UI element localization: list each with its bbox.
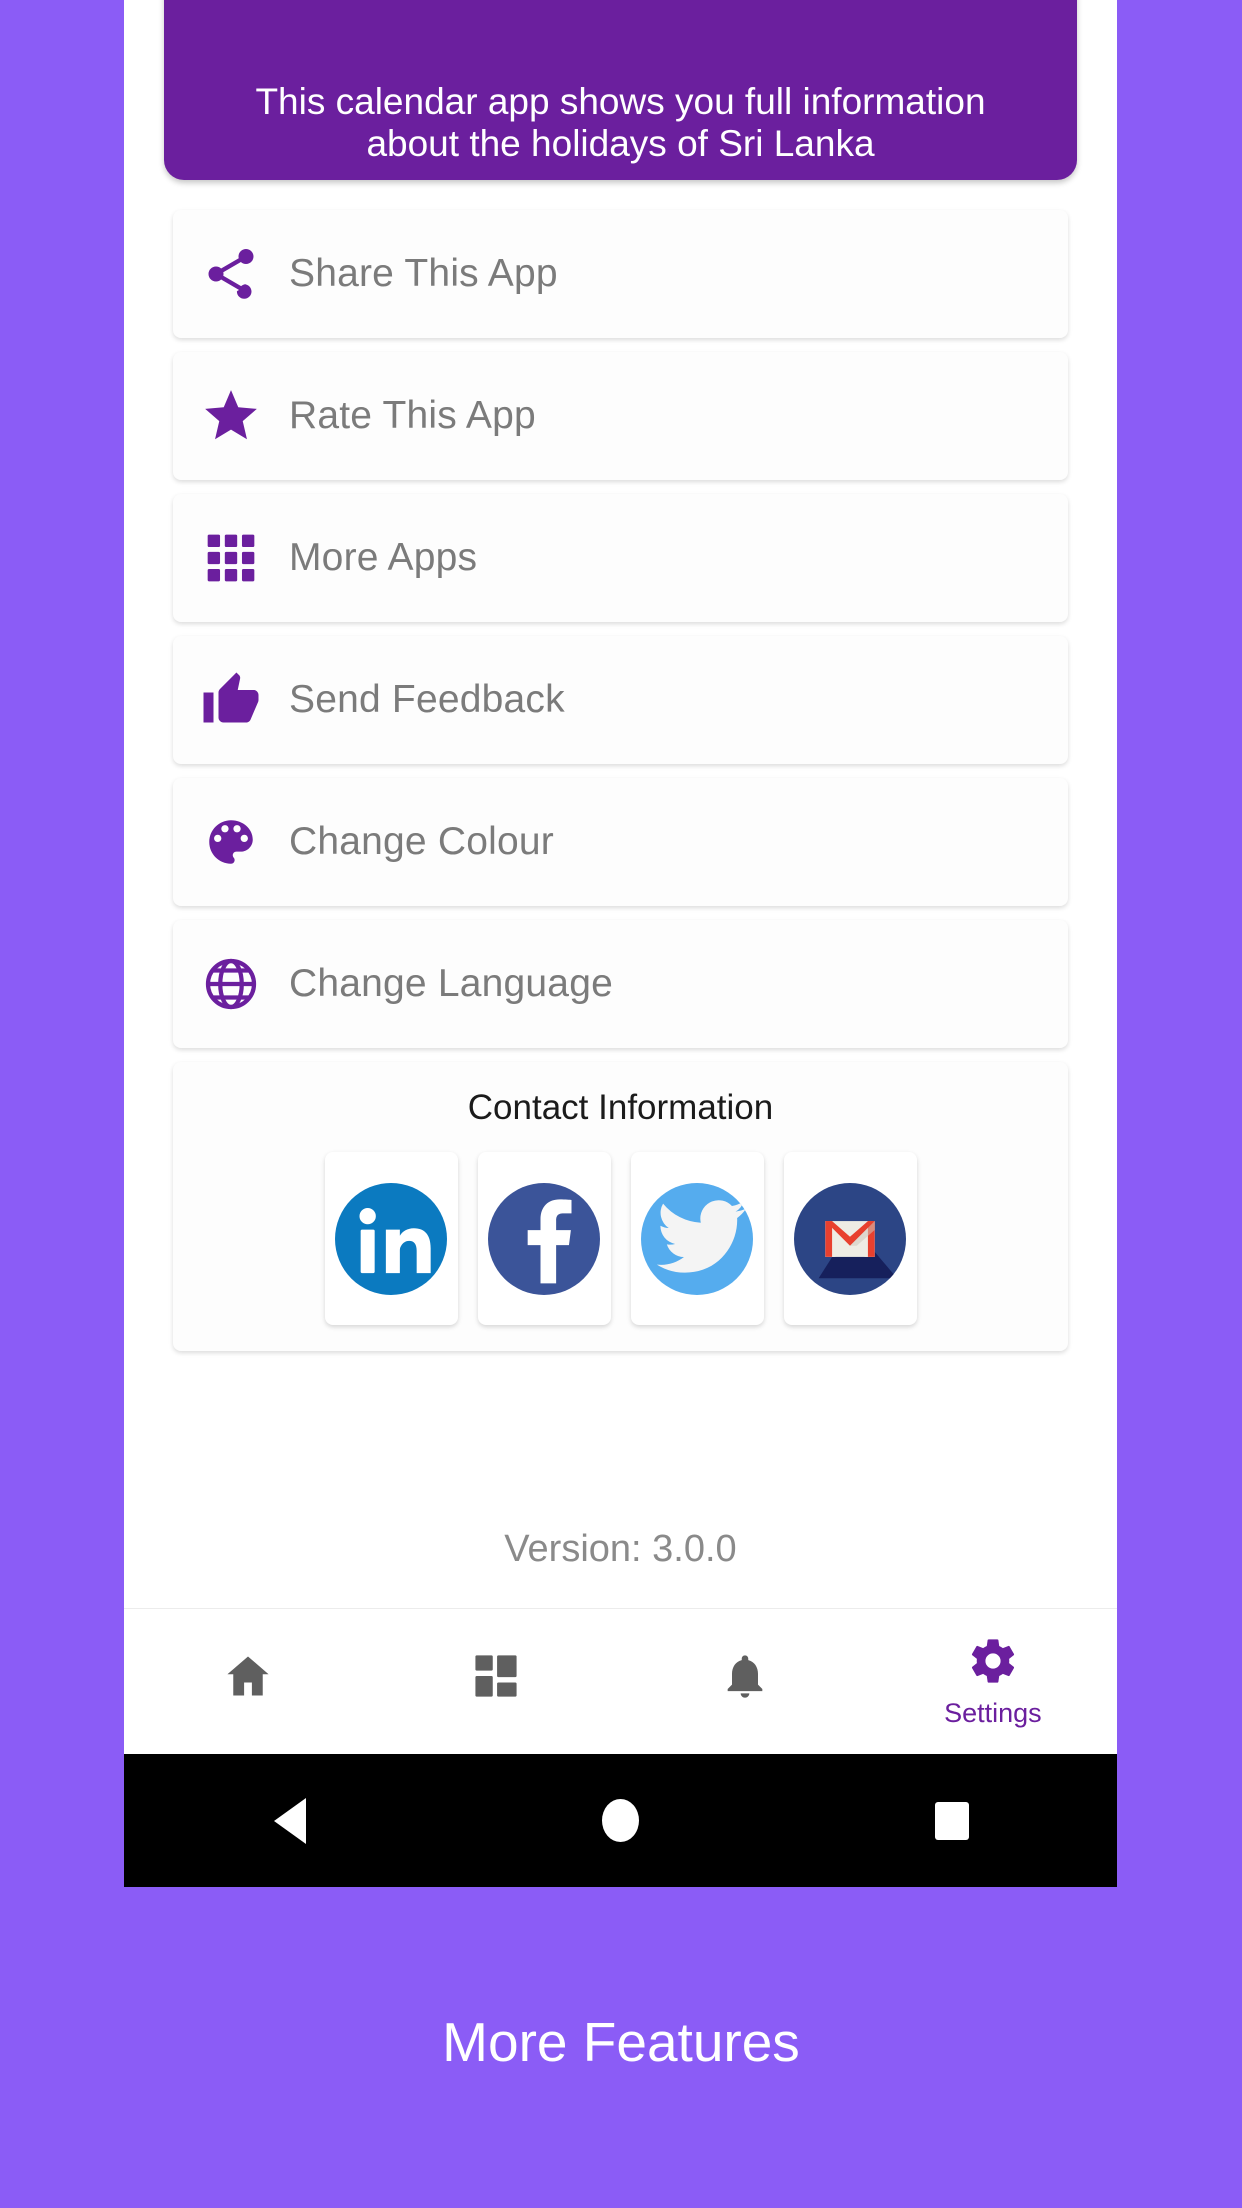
social-link-twitter[interactable] (630, 1152, 764, 1325)
settings-menu-list: Share This App Rate This App More Apps S… (124, 210, 1117, 1351)
nav-item-dashboard[interactable] (372, 1609, 620, 1754)
social-link-facebook[interactable] (477, 1152, 611, 1325)
social-links-row (173, 1152, 1068, 1325)
system-home-button[interactable] (455, 1799, 786, 1842)
twitter-icon (641, 1182, 753, 1295)
menu-item-change-language[interactable]: Change Language (173, 920, 1068, 1048)
menu-item-label: Rate This App (289, 394, 536, 437)
social-link-linkedin[interactable] (324, 1152, 458, 1325)
home-icon (222, 1650, 274, 1707)
menu-item-send-feedback[interactable]: Send Feedback (173, 636, 1068, 764)
nav-item-home[interactable] (124, 1609, 372, 1754)
menu-item-change-colour[interactable]: Change Colour (173, 778, 1068, 906)
screenshot-root: This calendar app shows you full informa… (0, 0, 1242, 2208)
menu-item-label: Change Colour (289, 820, 554, 863)
phone-screen: This calendar app shows you full informa… (124, 0, 1117, 1887)
menu-item-rate-this-app[interactable]: Rate This App (173, 352, 1068, 480)
dashboard-icon (470, 1650, 522, 1707)
star-icon (173, 385, 289, 447)
facebook-icon (488, 1182, 600, 1295)
android-system-navigation-bar (124, 1754, 1117, 1887)
contact-information-title: Contact Information (467, 1088, 774, 1127)
banner-text: This calendar app shows you full informa… (255, 80, 986, 165)
nav-item-settings[interactable]: Settings (869, 1609, 1117, 1754)
system-back-button[interactable] (124, 1797, 455, 1844)
recents-square-icon (934, 1801, 969, 1840)
nav-item-notifications[interactable] (621, 1609, 869, 1754)
menu-item-label: Send Feedback (289, 678, 565, 721)
menu-item-share-this-app[interactable]: Share This App (173, 210, 1068, 338)
share-icon (173, 244, 289, 304)
gear-icon (967, 1635, 1019, 1692)
contact-information-card: Contact Information (173, 1062, 1068, 1351)
system-recents-button[interactable] (786, 1801, 1117, 1840)
caption-more-features: More Features (442, 2011, 800, 2073)
nav-item-label: Settings (944, 1697, 1042, 1728)
version-text: Version: 3.0.0 (504, 1528, 737, 1570)
back-triangle-icon (273, 1797, 306, 1844)
menu-item-label: Change Language (289, 962, 613, 1005)
menu-item-label: More Apps (289, 536, 478, 579)
thumbs-up-icon (173, 670, 289, 730)
globe-icon (173, 954, 289, 1014)
linkedin-icon (335, 1182, 447, 1295)
home-circle-icon (602, 1799, 639, 1842)
gmail-icon (794, 1182, 906, 1295)
menu-item-more-apps[interactable]: More Apps (173, 494, 1068, 622)
apps-grid-icon (173, 530, 289, 586)
app-description-banner: This calendar app shows you full informa… (164, 0, 1077, 180)
menu-item-label: Share This App (289, 252, 558, 295)
bell-icon (719, 1650, 771, 1707)
palette-icon (173, 813, 289, 871)
social-link-gmail[interactable] (783, 1152, 917, 1325)
bottom-navigation-bar: Settings (124, 1608, 1117, 1754)
